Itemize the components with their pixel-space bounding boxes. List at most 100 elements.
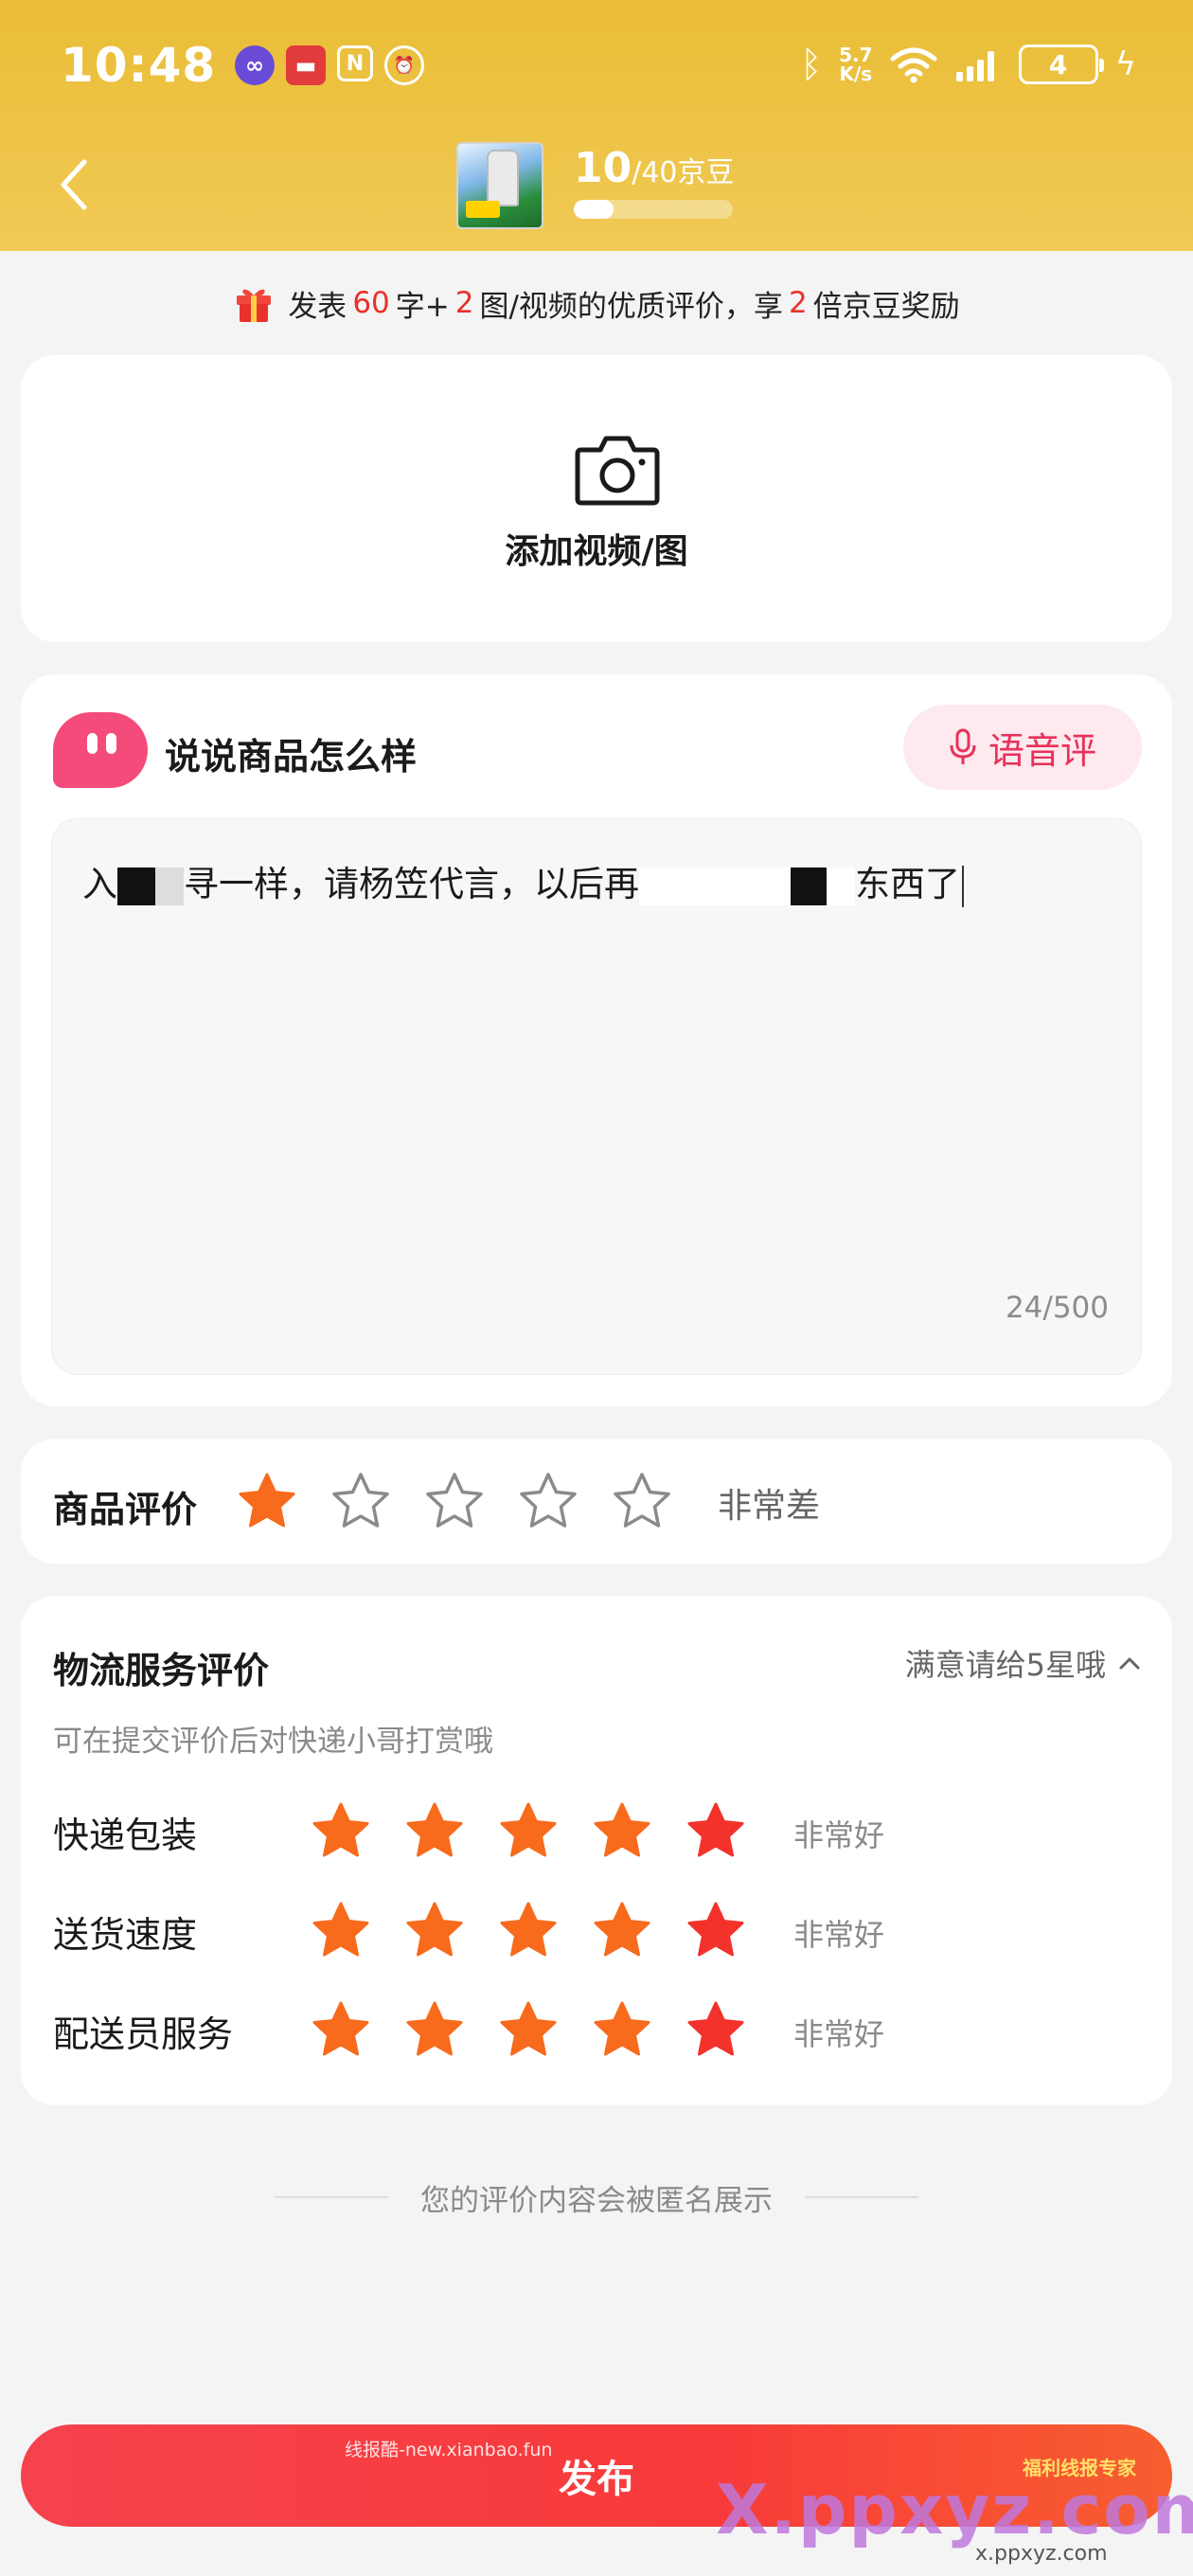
anonymous-note: 您的评价内容会被匿名展示: [0, 2174, 1193, 2221]
logistics-rating-star-icon[interactable]: [686, 1900, 746, 1960]
review-title: 说说商品怎么样: [165, 736, 418, 778]
logistics-rating-star-icon[interactable]: [498, 1999, 559, 2060]
reward-tip-mid1: 字+: [395, 289, 450, 324]
status-icons-right: ᛒ 5.7 K/s 4 ϟ: [800, 44, 1136, 85]
logistics-rating-star-icon[interactable]: [404, 1800, 465, 1861]
header: 10:48 ∞ ▬ N ⏰ ᛒ 5.7 K/s 4 ϟ 10 /40京豆: [0, 0, 1193, 251]
logistics-rating-star-icon[interactable]: [686, 1800, 746, 1861]
logistics-hint-toggle[interactable]: 满意请给5星哦: [905, 1641, 1142, 1685]
gift-icon: [237, 289, 272, 322]
logistics-subtitle: 可在提交评价后对快递小哥打赏哦: [53, 1725, 493, 1759]
logistics-rating-star-icon[interactable]: [498, 1800, 559, 1861]
redacted-block: [117, 867, 155, 905]
logistics-rating-card: 物流服务评价 满意请给5星哦 可在提交评价后对快递小哥打赏哦 快递包装 非常好 …: [21, 1596, 1172, 2105]
watermark-small: x.ppxyz.com: [975, 2542, 1108, 2566]
review-text-input[interactable]: 入 寻一样，请杨笠代言，以后再 东西了 24/500: [51, 818, 1142, 1375]
product-thumbnail[interactable]: [456, 142, 543, 229]
cellular-signal-icon: [955, 51, 994, 81]
bean-total: /40京豆: [632, 156, 735, 189]
logistics-rating-star-icon[interactable]: [404, 1999, 465, 2060]
logistics-rating-star-icon[interactable]: [686, 1999, 746, 2060]
voice-review-button[interactable]: 语音评: [903, 705, 1142, 790]
chevron-left-icon: [61, 159, 87, 210]
logistics-rating-star-icon[interactable]: [592, 1800, 652, 1861]
product-rating-card: 商品评价 非常差: [21, 1439, 1172, 1564]
bean-earned: 10: [574, 144, 632, 192]
product-rating-description: 非常差: [718, 1487, 821, 1526]
add-media-label: 添加视频/图: [505, 532, 688, 571]
divider: [805, 2196, 918, 2198]
logistics-rating-star-icon[interactable]: [404, 1900, 465, 1960]
bean-progress: 10 /40京豆: [574, 144, 735, 219]
product-rating-label: 商品评价: [53, 1489, 198, 1530]
network-speed-value: 5.7: [839, 44, 873, 66]
logistics-rating-star-icon[interactable]: [311, 1900, 371, 1960]
voice-review-label: 语音评: [988, 729, 1096, 772]
network-speed: 5.7 K/s: [839, 45, 872, 83]
redacted-block: [827, 867, 855, 905]
product-rating-star-icon[interactable]: [330, 1471, 391, 1531]
reward-tip-media: 2: [454, 286, 474, 320]
microphone-icon: [950, 728, 976, 764]
logistics-rating-star-icon[interactable]: [311, 1800, 371, 1861]
status-bar: 10:48 ∞ ▬ N ⏰ ᛒ 5.7 K/s 4 ϟ: [0, 0, 1193, 133]
reward-tip-chars: 60: [352, 286, 390, 320]
status-time: 10:48: [61, 38, 217, 93]
shower-head-image: [487, 150, 519, 206]
logistics-rating-star-icon[interactable]: [311, 1999, 371, 2060]
camera-icon: [575, 436, 660, 506]
logistics-row-description: 非常好: [793, 2016, 885, 2052]
network-speed-unit: K/s: [839, 63, 873, 85]
nfc-icon: N: [337, 45, 373, 81]
wifi-icon: [890, 47, 937, 83]
status-icons-left: ∞ ▬ N ⏰: [235, 45, 424, 85]
review-text-part3: 东西了: [855, 864, 960, 904]
bean-progress-fill: [574, 200, 614, 219]
reward-tip-prefix: 发表: [288, 289, 347, 324]
product-rating-star-icon[interactable]: [424, 1471, 485, 1531]
review-card: 说说商品怎么样 语音评 入 寻一样，请杨笠代言，以后再 东西了 24/500: [21, 674, 1172, 1406]
reward-tip-mid2: 图/视频的优质评价，享: [479, 289, 783, 324]
logistics-hint-label: 满意请给5星哦: [904, 1647, 1106, 1683]
logistics-row-label: 送货速度: [53, 1914, 198, 1956]
battery-icon: 4: [1018, 45, 1104, 84]
watermark-top: 线报酷-new.xianbao.fun: [345, 2440, 553, 2460]
product-tag-image: [466, 201, 500, 218]
logistics-rating-star-icon[interactable]: [592, 1900, 652, 1960]
bluetooth-icon: ᛒ: [800, 44, 823, 85]
reward-tip-suffix: 倍京豆奖励: [812, 289, 960, 324]
redacted-block: [791, 867, 827, 905]
logistics-rating-star-icon[interactable]: [592, 1999, 652, 2060]
product-rating-star-icon[interactable]: [518, 1471, 579, 1531]
watermark-big: X.ppxyz.com: [716, 2470, 1193, 2549]
book-app-icon: ▬: [286, 45, 326, 85]
add-media-card[interactable]: 添加视频/图: [21, 355, 1172, 642]
reward-tip: 发表 60 字+ 2 图/视频的优质评价，享 2 倍京豆奖励: [0, 275, 1193, 331]
charging-bolt-icon: ϟ: [1114, 45, 1136, 83]
alarm-icon: ⏰: [384, 45, 424, 85]
back-button[interactable]: [45, 152, 102, 218]
logistics-row-label: 配送员服务: [53, 2013, 234, 2055]
redacted-block: [639, 867, 791, 905]
reward-tip-multiplier: 2: [788, 286, 808, 320]
review-text-part2: 寻一样，请杨笠代言，以后再: [184, 864, 639, 904]
bottom-bar: 发布 线报酷-new.xianbao.fun 福利线报专家 X.ppxyz.co…: [0, 2413, 1193, 2576]
product-rating-star-icon[interactable]: [237, 1471, 297, 1531]
logistics-title: 物流服务评价: [53, 1650, 270, 1691]
bean-count-line: 10 /40京豆: [574, 144, 735, 192]
logistics-row-description: 非常好: [793, 1917, 885, 1953]
logistics-row-label: 快递包装: [53, 1815, 198, 1856]
product-rating-star-icon[interactable]: [612, 1471, 672, 1531]
review-text-part1: 入: [82, 864, 117, 904]
divider: [275, 2196, 388, 2198]
logistics-row-description: 非常好: [793, 1817, 885, 1853]
redacted-block: [155, 867, 184, 905]
anonymous-note-text: 您的评价内容会被匿名展示: [420, 2183, 773, 2218]
logistics-rating-star-icon[interactable]: [498, 1900, 559, 1960]
bean-progress-bar: [574, 200, 733, 219]
mascot-icon: [53, 712, 148, 788]
publish-label: 发布: [559, 2458, 634, 2501]
chevron-up-icon: [1119, 1657, 1140, 1670]
char-count: 24/500: [1005, 1291, 1109, 1325]
link-app-icon: ∞: [235, 45, 275, 85]
